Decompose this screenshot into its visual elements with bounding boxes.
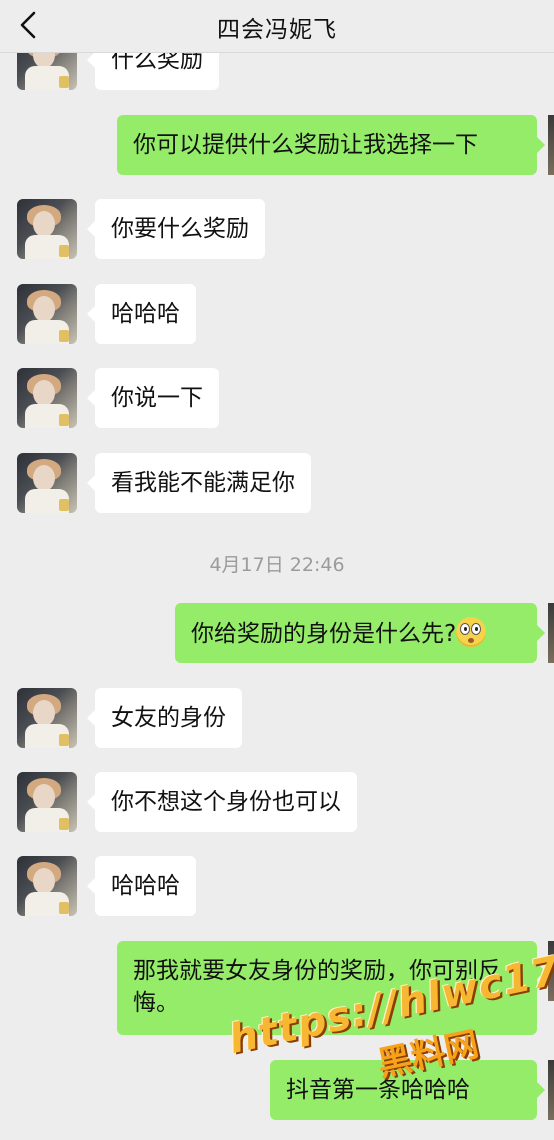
self-avatar[interactable] xyxy=(548,1060,554,1120)
self-avatar[interactable] xyxy=(548,941,554,1001)
message-text: 那我就要女友身份的奖励，你可别反悔。 xyxy=(133,958,501,1016)
contact-avatar[interactable] xyxy=(17,856,77,916)
self-avatar[interactable] xyxy=(548,603,554,663)
message-bubble[interactable]: 你给奖励的身份是什么先? xyxy=(175,603,545,663)
flushed-face-emoji xyxy=(456,617,487,647)
self-avatar[interactable] xyxy=(548,115,554,175)
message-bubble[interactable]: 抖音第一条哈哈哈 xyxy=(270,1060,545,1120)
contact-avatar[interactable] xyxy=(17,772,77,832)
message-text: 女友的身份 xyxy=(111,705,226,731)
message-text: 你说一下 xyxy=(111,385,203,411)
timestamp: 4月17日 22:46 xyxy=(209,554,345,576)
contact-avatar[interactable] xyxy=(17,284,77,344)
message-bubble[interactable]: 看我能不能满足你 xyxy=(87,453,311,513)
message-bubble[interactable]: 你要什么奖励 xyxy=(87,199,265,259)
message-text: 哈哈哈 xyxy=(111,873,180,899)
message-text: 你给奖励的身份是什么先? xyxy=(191,621,457,647)
message-text: 你要什么奖励 xyxy=(111,216,249,242)
message-text: 哈哈哈 xyxy=(111,301,180,327)
chat-header: 四会冯妮飞 xyxy=(0,0,554,53)
message-bubble[interactable]: 哈哈哈 xyxy=(87,856,196,916)
message-text: 你不想这个身份也可以 xyxy=(111,789,341,815)
message-text: 你可以提供什么奖励让我选择一下 xyxy=(133,132,478,158)
page-title: 四会冯妮飞 xyxy=(217,17,337,43)
message-bubble[interactable]: 女友的身份 xyxy=(87,688,242,748)
message-bubble[interactable]: 你可以提供什么奖励让我选择一下 xyxy=(117,115,545,175)
message-text: 看我能不能满足你 xyxy=(111,470,295,496)
contact-avatar[interactable] xyxy=(17,688,77,748)
chat-area: 什么奖励 你可以提供什么奖励让我选择一下 你要什么奖励 哈哈哈 你说一下 看我能… xyxy=(0,0,554,1140)
contact-avatar[interactable] xyxy=(17,453,77,513)
message-bubble[interactable]: 那我就要女友身份的奖励，你可别反悔。 xyxy=(117,941,545,1035)
contact-avatar[interactable] xyxy=(17,368,77,428)
message-bubble[interactable]: 你不想这个身份也可以 xyxy=(87,772,357,832)
message-text: 抖音第一条哈哈哈 xyxy=(286,1077,470,1103)
message-bubble[interactable]: 哈哈哈 xyxy=(87,284,196,344)
contact-avatar[interactable] xyxy=(17,199,77,259)
message-bubble[interactable]: 你说一下 xyxy=(87,368,219,428)
